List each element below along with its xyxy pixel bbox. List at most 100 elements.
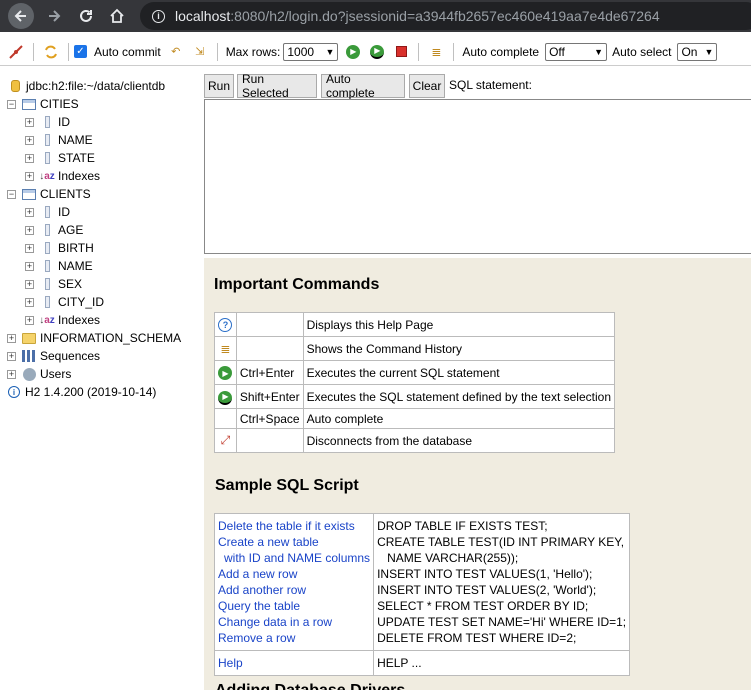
run-selected-icon[interactable]: ▶ [214,384,237,409]
command-key [235,336,304,361]
table-row: ⤢ Disconnects from the database [214,428,616,453]
expand-icon[interactable]: + [25,135,34,145]
max-rows-label: Max rows: [225,44,281,59]
table-name: CLIENTS [40,187,91,201]
column-node[interactable]: + CITY_ID [25,293,104,311]
command-key: Shift+Enter [235,384,304,409]
back-arrow-icon[interactable] [8,3,34,29]
column-node[interactable]: + AGE [25,221,83,239]
expand-icon[interactable]: + [25,153,34,163]
sample-link[interactable]: Add a new row [218,566,370,582]
sql-editor[interactable] [204,99,751,254]
collapse-icon[interactable]: − [7,99,16,109]
sample-link[interactable]: Create a new table [218,534,370,550]
auto-complete-select[interactable]: Off ▼ [545,42,608,61]
column-node[interactable]: + ID [25,113,70,131]
sql-statement-label: SQL statement: [449,78,532,92]
site-info-icon[interactable]: i [152,9,165,23]
forward-arrow-icon[interactable] [41,3,67,29]
sample-link[interactable]: with ID and NAME columns [218,550,370,566]
users-node[interactable]: + Users [7,365,71,383]
expand-icon[interactable]: + [25,261,34,271]
indexes-node[interactable]: + ↓ a z Indexes [25,311,100,329]
column-node[interactable]: + SEX [25,275,82,293]
expand-icon[interactable]: + [7,369,16,379]
column-node[interactable]: + NAME [25,131,93,149]
run-selected-icon[interactable]: ▶ [369,44,385,60]
expand-icon[interactable]: + [25,243,34,253]
sample-link[interactable]: Add another row [218,582,370,598]
table-row: ? Displays this Help Page [214,312,616,337]
column-icon [40,151,54,165]
browser-toolbar: i localhost:8080/h2/login.do?jsessionid=… [0,0,751,32]
auto-select-select[interactable]: On ▼ [677,42,718,61]
clear-button[interactable]: Clear [409,74,445,98]
sample-link[interactable]: Remove a row [218,630,370,646]
expand-icon[interactable]: + [7,351,16,361]
expand-icon[interactable]: + [25,279,34,289]
address-bar[interactable]: i localhost:8080/h2/login.do?jsessionid=… [140,2,751,30]
auto-select-value: On [681,44,698,59]
toolbar-divider [68,42,69,61]
auto-commit-checkbox[interactable]: ✓ [74,45,87,58]
sample-sql-line: UPDATE TEST SET NAME='Hi' WHERE ID=1; [377,615,627,629]
run-selected-button[interactable]: Run Selected [237,72,317,100]
auto-complete-value: Off [549,44,565,59]
info-icon: i [7,385,21,399]
expand-icon[interactable]: + [7,333,16,343]
indexes-node[interactable]: + ↓ a z Indexes [25,167,100,185]
column-node[interactable]: + STATE [25,149,95,167]
rollback-icon[interactable]: ↶ [168,44,184,60]
auto-commit-label: Auto commit [94,44,161,59]
sample-link[interactable]: Change data in a row [218,614,370,630]
disconnect-icon[interactable] [8,44,24,60]
expand-icon[interactable]: + [25,207,34,217]
column-icon [40,241,54,255]
max-rows-select[interactable]: 1000 ▼ [283,42,339,61]
help-icon[interactable]: ? [214,312,237,337]
expand-icon[interactable]: + [25,117,34,127]
indexes-label: Indexes [58,169,101,183]
collapse-icon[interactable]: − [7,189,16,199]
run-icon[interactable]: ▶ [345,44,361,60]
column-icon [40,277,54,291]
expand-icon[interactable]: + [25,225,34,235]
history-icon[interactable]: ≣ [214,336,237,361]
sample-link[interactable]: Delete the table if it exists [218,518,370,534]
commit-icon[interactable]: ⇲ [192,44,208,60]
cancel-icon[interactable] [393,44,409,60]
table-node-cities[interactable]: − CITIES [7,95,79,113]
expand-icon[interactable]: + [25,171,34,181]
command-desc: Disconnects from the database [302,428,616,453]
sequences-node[interactable]: + Sequences [7,347,100,365]
auto-complete-button[interactable]: Auto complete [321,72,405,100]
sample-link[interactable]: Query the table [218,598,370,614]
connection-node[interactable]: jdbc:h2:file:~/data/clientdb [8,77,165,95]
column-node[interactable]: + NAME [25,257,93,275]
refresh-icon[interactable] [43,44,59,60]
column-node[interactable]: + BIRTH [25,239,94,257]
run-icon[interactable]: ▶ [214,360,237,385]
column-node[interactable]: + ID [25,203,70,221]
run-button[interactable]: Run [204,74,234,98]
users-label: Users [40,367,72,381]
reload-icon[interactable] [73,3,99,29]
sample-sql-line: INSERT INTO TEST VALUES(1, 'Hello'); [377,567,593,581]
history-icon[interactable]: ≣ [428,44,444,60]
command-desc: Displays this Help Page [302,312,616,337]
table-row: ≣ Shows the Command History [214,336,616,361]
column-icon [40,295,54,309]
table-node-clients[interactable]: − CLIENTS [7,185,91,203]
help-link[interactable]: Help [218,656,243,670]
information-schema-node[interactable]: + INFORMATION_SCHEMA [7,329,181,347]
expand-icon[interactable]: + [25,315,34,325]
expand-icon[interactable]: + [25,297,34,307]
column-icon [40,205,54,219]
disconnect-icon[interactable]: ⤢ [214,428,237,453]
table-row: ▶ Ctrl+Enter Executes the current SQL st… [214,360,616,385]
command-desc: Auto complete [302,408,616,429]
index-icon: ↓ a z [39,170,55,182]
home-icon[interactable] [104,3,130,29]
help-sql: HELP ... [377,656,422,670]
command-desc: Shows the Command History [302,336,616,361]
